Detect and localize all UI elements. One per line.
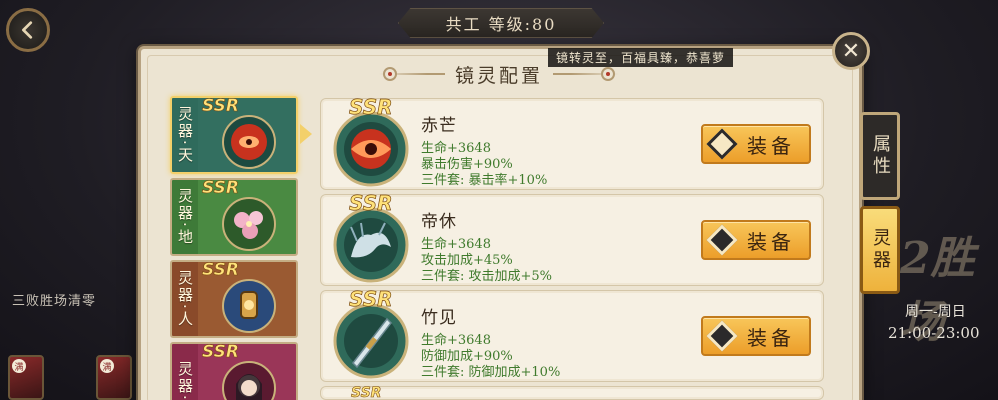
slot-tab-label: 灵器·地	[176, 188, 194, 246]
item-row-dixiu[interactable]: SSR 帝休 生命+3648 攻击加成+45% 三件套: 攻击加成+5% 装备	[320, 191, 824, 286]
item-set-bonus: 三件套: 暴击率+10%	[421, 173, 548, 188]
rarity-badge: SSR	[202, 260, 240, 280]
slot-tab-label: 灵器·	[176, 360, 194, 400]
set-bonus-notice: 镜转灵至，百福具臻，恭喜萝	[548, 48, 734, 67]
title-ornament-icon	[601, 67, 615, 81]
slot-tab-earth[interactable]: 灵器·地 SSR	[170, 178, 298, 256]
tab-attributes[interactable]: 属性	[860, 112, 900, 200]
back-arrow-icon	[22, 21, 33, 39]
equip-button[interactable]: 装备	[701, 316, 811, 356]
bottom-avatar-strip: 满 满	[0, 350, 140, 400]
mini-avatar[interactable]: 满	[96, 355, 132, 400]
back-button[interactable]	[6, 8, 50, 52]
rarity-badge: SSR	[349, 95, 393, 120]
rarity-badge: SSR	[349, 191, 393, 216]
rarity-badge: SSR	[202, 96, 240, 116]
item-row-zhujian[interactable]: SSR 竹见 生命+3648 防御加成+90% 三件套: 防御加成+10% 装备	[320, 287, 824, 382]
panel-title: 镜灵配置	[444, 60, 553, 88]
background-days-text: 周一-周日	[905, 304, 966, 320]
equip-button-label: 装备	[747, 229, 795, 254]
slot-tab-label: 灵器·人	[176, 270, 194, 328]
tab-spirit-artifacts[interactable]: 灵器	[860, 206, 900, 294]
background-hint-text: 三败胜场清零	[12, 294, 97, 309]
slot-tab-heaven[interactable]: 灵器·天 SSR	[170, 96, 298, 174]
item-name: 竹见	[421, 308, 457, 328]
rarity-badge: SSR	[351, 385, 382, 400]
equip-button-label: 装备	[747, 133, 795, 158]
rarity-badge: SSR	[202, 178, 240, 198]
close-icon: ✕	[841, 38, 861, 64]
equip-button[interactable]: 装备	[701, 220, 811, 260]
character-level-banner: 共工 等级:80	[398, 8, 604, 38]
mini-avatar-tag: 满	[12, 359, 26, 373]
close-button[interactable]: ✕	[832, 32, 870, 70]
item-name: 帝休	[421, 212, 457, 232]
mini-avatar[interactable]: 满	[8, 355, 44, 400]
slot-tab-human[interactable]: 灵器·人 SSR	[170, 260, 298, 338]
active-slot-pointer-icon	[300, 124, 312, 144]
rarity-badge: SSR	[202, 342, 240, 362]
slot-tab-label: 灵器·天	[176, 106, 194, 164]
slot-tab-fourth[interactable]: 灵器· SSR	[170, 342, 298, 400]
item-name: 赤芒	[421, 116, 457, 136]
title-ornament-icon	[383, 67, 397, 81]
item-row-chimang[interactable]: SSR 赤芒 生命+3648 暴击伤害+90% 三件套: 暴击率+10% 装备	[320, 95, 824, 190]
equip-button[interactable]: 装备	[701, 124, 811, 164]
mini-avatar-tag: 满	[100, 359, 114, 373]
item-set-bonus: 三件套: 攻击加成+5%	[421, 269, 553, 284]
item-row-partial[interactable]: SSR	[320, 385, 824, 400]
diamond-icon	[706, 128, 738, 160]
diamond-icon	[706, 320, 738, 352]
background-time-text: 21:00-23:00	[888, 324, 980, 342]
equip-button-label: 装备	[747, 325, 795, 350]
rarity-badge: SSR	[349, 287, 393, 312]
item-set-bonus: 三件套: 防御加成+10%	[421, 365, 561, 380]
diamond-icon	[706, 224, 738, 256]
